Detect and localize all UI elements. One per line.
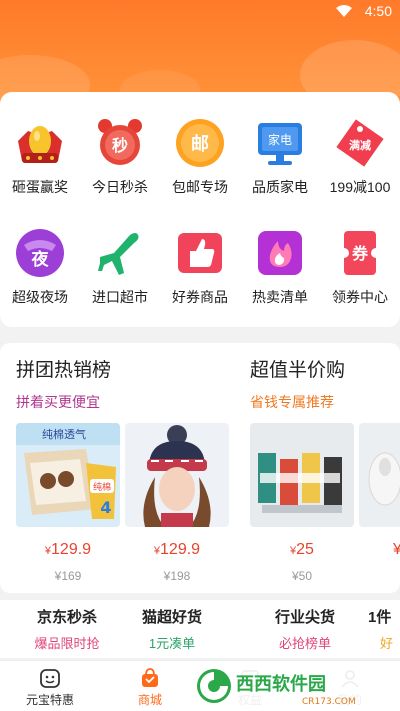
- product-card[interactable]: ¥25 ¥50: [250, 423, 354, 583]
- product-card[interactable]: ¥129.9 ¥198: [125, 423, 229, 583]
- category-sub: 必抢榜单: [278, 636, 331, 651]
- tab-label: 元宝特惠: [25, 693, 74, 707]
- product-original-price: ¥169: [54, 569, 82, 583]
- golden-egg-icon: [18, 126, 62, 163]
- grid-item-hot-sale[interactable]: 热卖清单: [240, 227, 320, 327]
- product-price: ¥: [393, 541, 400, 558]
- grid-item-coupon-center[interactable]: 券 领券中心: [320, 227, 400, 327]
- tab-label: 商城: [137, 693, 162, 707]
- category-title: 行业尖货: [274, 609, 335, 626]
- tab-yuanbao-deals[interactable]: 元宝特惠: [10, 667, 90, 708]
- section-title-group-buy[interactable]: 拼团热销榜: [16, 355, 111, 382]
- product-image-shoes: [359, 423, 400, 527]
- product-original-price: ¥198: [163, 569, 191, 583]
- grid-item-label: 热卖清单: [252, 289, 308, 305]
- grid-item-label: 好券商品: [172, 289, 228, 305]
- coupon-icon: 券: [339, 231, 381, 275]
- grid-item-label: 199减100: [329, 179, 391, 195]
- grid-item-night-market[interactable]: 夜 超级夜场: [0, 227, 80, 327]
- grid-item-good-coupons[interactable]: 好券商品: [160, 227, 240, 327]
- product-image-underwear: 纯棉透气 纯棉 4: [16, 423, 120, 527]
- grid-item-label: 包邮专场: [172, 179, 228, 195]
- night-glyph: 夜: [31, 249, 50, 270]
- discount-tag-icon: 满减: [336, 119, 384, 167]
- smiley-face-icon: [40, 669, 60, 688]
- category-tmall-super[interactable]: 猫超好货 1元凑单: [117, 606, 227, 652]
- category-title: 1件: [368, 609, 392, 626]
- discount-glyph: 满减: [349, 138, 371, 152]
- section-title-half-price[interactable]: 超值半价购: [250, 355, 345, 382]
- grid-item-free-shipping[interactable]: 邮 包邮专场: [160, 117, 240, 217]
- category-jd-flash[interactable]: 京东秒杀 爆品限时抢: [12, 606, 122, 652]
- coupon-glyph: 券: [351, 244, 369, 263]
- status-time: 4:50: [364, 3, 392, 19]
- product-price: ¥129.9: [44, 541, 92, 558]
- free-shipping-icon: 邮: [176, 119, 224, 167]
- alarm-glyph: 秒: [112, 136, 128, 155]
- product-image-knit-hat: [125, 423, 229, 527]
- wifi-icon: [336, 5, 352, 17]
- section-subtitle-half-price: 省钱专属推荐: [250, 394, 334, 410]
- section-subtitle-group-buy: 拼着买更便宜: [16, 394, 100, 410]
- grid-item-appliances[interactable]: 家电 品质家电: [240, 117, 320, 217]
- grid-item-label: 超级夜场: [12, 289, 68, 305]
- category-sub: 爆品限时抢: [34, 636, 100, 651]
- grid-item-label: 今日秒杀: [92, 179, 148, 195]
- product-price: ¥129.9: [153, 541, 201, 558]
- shipping-glyph: 邮: [191, 133, 209, 155]
- grid-item-egg[interactable]: 砸蛋赢奖: [0, 117, 80, 217]
- product-original-price: ¥50: [291, 569, 313, 583]
- tab-mall[interactable]: 商城: [110, 667, 190, 708]
- product-image-socks: [250, 423, 354, 527]
- category-sub: 1元凑单: [148, 636, 196, 651]
- shopping-bag-icon: [142, 668, 158, 687]
- grid-item-import-market[interactable]: 进口超市: [80, 227, 160, 327]
- promo-sections: 拼团热销榜 拼着买更便宜 超值半价购 省钱专属推荐 纯棉透气 纯棉 4 ¥129…: [0, 343, 400, 593]
- category-sub: 好: [380, 636, 394, 651]
- product-card[interactable]: ¥: [359, 423, 400, 559]
- thumbs-up-icon: [178, 233, 222, 273]
- grid-item-label: 砸蛋赢奖: [12, 179, 68, 195]
- grid-item-discount[interactable]: 满减 199减100: [320, 117, 400, 217]
- grid-item-label: 领券中心: [332, 289, 388, 305]
- product-image-text: 纯棉透气: [42, 427, 86, 441]
- tv-glyph: 家电: [268, 132, 292, 147]
- svg-text:西西软件园: 西西软件园: [236, 673, 326, 695]
- alarm-clock-icon: 秒: [98, 119, 142, 165]
- category-single-item[interactable]: 1件 好: [368, 606, 400, 652]
- category-title: 京东秒杀: [36, 609, 97, 626]
- product-image-number: 4: [100, 498, 111, 517]
- product-price: ¥25: [290, 541, 314, 558]
- category-strip: 京东秒杀 爆品限时抢 猫超好货 1元凑单 行业尖货 必抢榜单 1件 好: [0, 600, 400, 658]
- product-card[interactable]: 纯棉透气 纯棉 4 ¥129.9 ¥169: [16, 423, 120, 583]
- watermark-logo: 西西软件园 CR173.COM: [190, 666, 385, 707]
- product-image-badge: 纯棉: [93, 481, 111, 493]
- category-industry-top[interactable]: 行业尖货 必抢榜单: [250, 606, 360, 652]
- night-mask-icon: 夜: [16, 229, 64, 277]
- svg-text:CR173.COM: CR173.COM: [302, 697, 356, 707]
- grid-item-label: 进口超市: [92, 289, 148, 305]
- grid-item-flash-sale[interactable]: 秒 今日秒杀: [80, 117, 160, 217]
- airplane-icon: [98, 233, 139, 275]
- flame-icon: [258, 231, 302, 275]
- quick-access-grid: 砸蛋赢奖 秒 今日秒杀 邮 包邮专场 家电 品质家电 满减 199减100 夜 …: [0, 92, 400, 327]
- tv-appliance-icon: 家电: [258, 123, 302, 165]
- category-title: 猫超好货: [141, 609, 202, 626]
- status-bar: 4:50: [0, 0, 400, 24]
- grid-item-label: 品质家电: [252, 179, 308, 195]
